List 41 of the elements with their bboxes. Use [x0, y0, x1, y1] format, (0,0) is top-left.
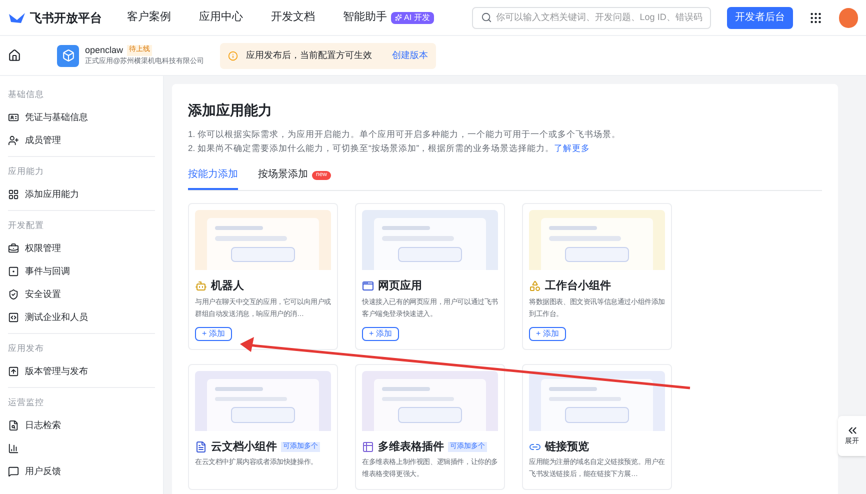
card-title: 工作台小组件	[545, 278, 611, 294]
sidebar-item[interactable]: 安全设置	[8, 283, 155, 306]
logo-text[interactable]: 飞书开放平台	[30, 8, 102, 26]
sidebar-item[interactable]: 添加应用能力	[8, 183, 155, 206]
nav-link[interactable]: 开发文档	[271, 9, 316, 26]
sidebar-item[interactable]: 权限管理	[8, 237, 155, 260]
add-button[interactable]: + 添加	[362, 326, 399, 340]
add-button[interactable]: + 添加	[529, 326, 566, 340]
sidebar-item[interactable]: 测试企业和人员	[8, 306, 155, 329]
card-title: 网页应用	[378, 278, 422, 294]
note-text: 2. 如果尚不确定需要添加什么能力，可切换至“按场景添加”，根据所需的业务场景选择能力。	[188, 142, 554, 155]
sidebar-item[interactable]: 凭证与基础信息	[8, 106, 155, 129]
notice-text: 应用发布后，当前配置方可生效	[246, 48, 372, 62]
card-title: 多维表格插件	[378, 440, 444, 454]
sidebar-item[interactable]: 成员管理	[8, 129, 155, 152]
console-button[interactable]: 开发者后台	[727, 6, 793, 28]
ai-badge: AI 开发	[391, 12, 434, 24]
learn-more-link[interactable]: 了解更多	[554, 141, 590, 155]
sidebar-item[interactable]: 版本管理与发布	[8, 360, 155, 383]
nav-link[interactable]: 客户案例	[127, 9, 172, 26]
nav-link[interactable]: 智能助手	[343, 9, 388, 26]
section-title: 基础信息	[8, 88, 45, 101]
section-title: 应用能力	[8, 165, 45, 178]
note-text: 1. 你可以根据实际需求，为应用开启能力。单个应用可开启多种能力，一个能力可用于一个或多个飞书场景。	[188, 128, 622, 141]
nav-link[interactable]: 应用中心	[199, 9, 244, 26]
sidebar-item[interactable]: 日志检索	[8, 414, 155, 437]
card-title: 机器人	[211, 278, 244, 294]
tab[interactable]: 按场景添加	[258, 167, 308, 190]
tab[interactable]: 按能力添加	[188, 167, 238, 190]
section-title: 应用发布	[8, 342, 45, 355]
sidebar-item[interactable]: 用户反馈	[8, 460, 155, 483]
section-title: 运营监控	[8, 396, 45, 409]
sidebar-item[interactable]: 事件与回调	[8, 260, 155, 283]
page-title: 添加应用能力	[188, 101, 273, 120]
section-title: 开发配置	[8, 219, 45, 232]
add-button[interactable]: + 添加	[195, 326, 232, 340]
card-title: 云文档小组件	[211, 440, 277, 454]
create-version-link[interactable]: 创建版本	[392, 48, 428, 62]
search-field[interactable]: 你可以输入文档关键词、开发问题、Log ID、错误码	[472, 6, 711, 28]
card-title: 链接预览	[545, 440, 589, 454]
app-name: openclaw	[85, 44, 124, 57]
